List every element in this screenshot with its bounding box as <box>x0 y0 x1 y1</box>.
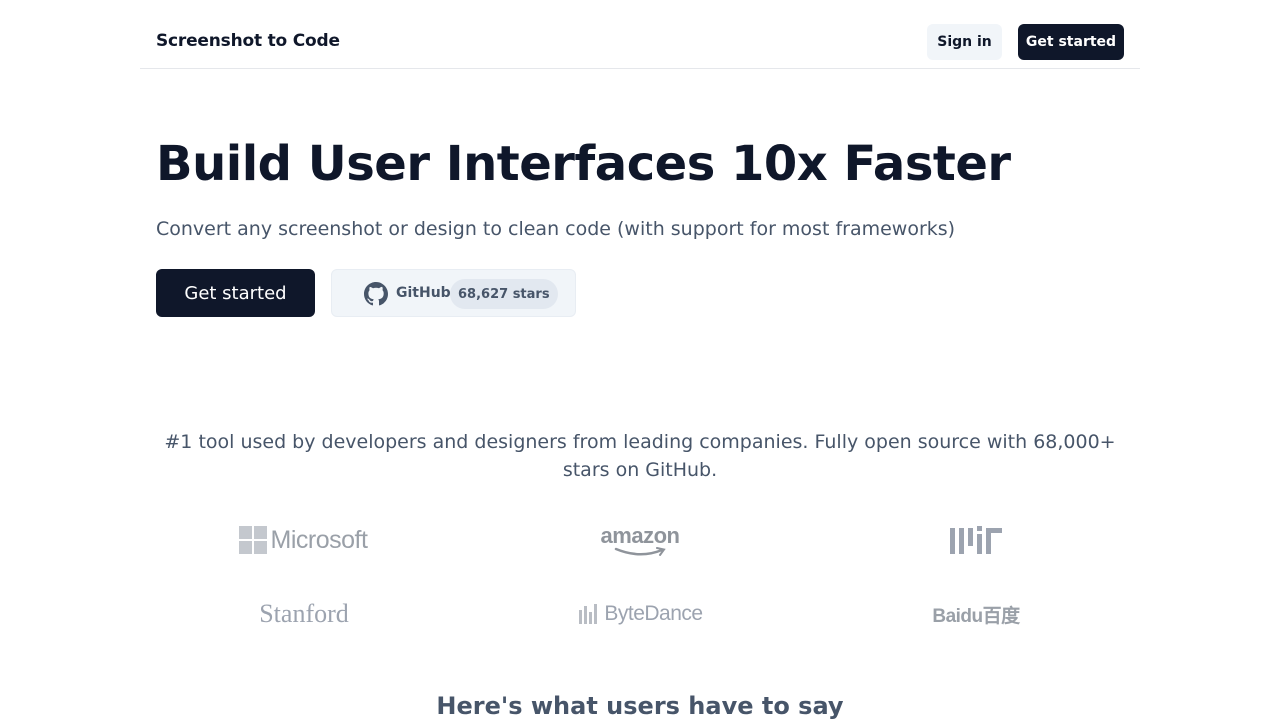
amazon-logo-text: amazon <box>600 523 680 548</box>
microsoft-logo-text: Microsoft <box>270 525 368 554</box>
github-stars-button[interactable]: GitHub 68,627 stars <box>331 269 576 317</box>
microsoft-logo: Microsoft <box>237 523 369 557</box>
amazon-smile-icon <box>614 547 666 556</box>
microsoft-grid-icon <box>238 526 267 554</box>
hero-title: Build User Interfaces 10x Faster <box>156 136 1011 192</box>
sign-in-button[interactable]: Sign in <box>927 24 1002 60</box>
mit-logo-icon <box>950 526 1002 554</box>
bytedance-logo: ByteDance <box>577 600 705 628</box>
bytedance-bars-icon <box>579 604 599 624</box>
social-proof-text: #1 tool used by developers and designers… <box>164 431 1116 481</box>
baidu-logo-text: Baidu百度 <box>932 605 1020 627</box>
nav-get-started-button[interactable]: Get started <box>1018 24 1124 60</box>
bytedance-logo-text: ByteDance <box>604 602 703 625</box>
hero-subtitle: Convert any screenshot or design to clea… <box>156 218 956 240</box>
amazon-logo: amazon <box>598 523 682 559</box>
stanford-logo: Stanford <box>259 599 349 628</box>
mit-logo <box>950 526 1002 554</box>
testimonials-heading: Here's what users have to say <box>436 692 844 720</box>
top-nav: Screenshot to Code Sign in Get started <box>140 0 1140 69</box>
github-stars-count: 68,627 stars <box>450 279 558 309</box>
hero-get-started-button[interactable]: Get started <box>156 269 315 317</box>
github-label: GitHub <box>396 285 451 301</box>
brand-title[interactable]: Screenshot to Code <box>156 31 340 51</box>
baidu-logo: Baidu百度 <box>932 598 1020 630</box>
github-icon <box>364 282 388 306</box>
